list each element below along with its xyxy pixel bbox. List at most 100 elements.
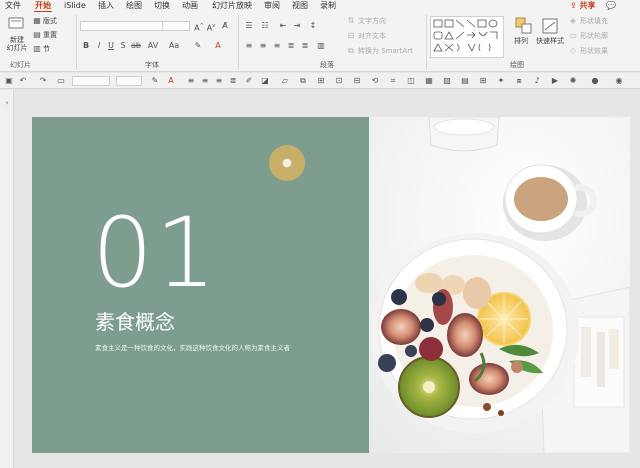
line-spacing-icon[interactable]: ↕ [308,21,318,31]
tab-record[interactable]: 录制 [320,0,336,12]
tab-view[interactable]: 视图 [292,0,308,12]
quick-styles-button[interactable] [540,16,560,36]
layout-button[interactable]: 版式 [43,17,57,26]
clear-format-icon[interactable]: A̸ [220,21,230,31]
font-size-combo[interactable] [162,21,190,31]
highlight-icon[interactable]: ✎ [192,41,204,51]
ribbon: 新建 幻灯片 ▦ 版式 ▤ 重置 ▥ 节 幻灯片 A^ Av A̸ B I U … [0,12,640,72]
slide-canvas[interactable]: 01 素食概念 素食主义是一种饮食的文化，实践这种饮食文化的人称为素食主义者 [32,117,630,453]
tab-islide[interactable]: iSlide [64,0,86,12]
bold-icon[interactable]: B [82,41,90,51]
expand-chevron-icon[interactable]: › [2,98,12,108]
cursor-pointer-icon [282,158,292,168]
align-objects-icon[interactable]: ⊞ [316,76,326,86]
save-icon[interactable]: ▣ [4,76,14,86]
new-slide-button[interactable] [6,16,26,32]
strikethrough-icon[interactable]: ab [131,41,141,51]
comment-icon: 💬 [606,1,616,10]
crop-icon[interactable]: ⌗ [388,76,398,86]
shadow-icon[interactable]: S [119,41,127,51]
shape-outline-button[interactable]: 形状轮廓 [580,32,608,41]
transition-icon[interactable]: ⧈ [514,76,524,86]
present-icon[interactable]: ▭ [56,76,66,86]
share-label: 共享 [579,1,596,10]
shape-effects-button[interactable]: 形状效果 [580,47,608,56]
share-button[interactable]: ⇪ 共享 [570,0,596,12]
shape-effects-icon: ◇ [569,46,577,55]
align-center-icon[interactable]: ≡ [258,41,268,51]
align-right-icon[interactable]: ≡ [272,41,282,51]
bring-forward-icon[interactable]: ⧉ [298,76,308,86]
format-painter-icon[interactable]: ✎ [150,76,160,86]
video-icon[interactable]: ▶ [550,76,560,86]
slide-title[interactable]: 素食概念 [95,310,175,334]
change-case-icon[interactable]: Aa [166,41,182,51]
comment-button[interactable]: 💬 [606,0,616,12]
section-icon: ▥ [33,44,41,53]
shape-gallery[interactable] [430,16,504,58]
tab-file[interactable]: 文件 [5,0,21,12]
align-center-small-icon[interactable]: ≡ [200,76,210,86]
size-combo-small[interactable] [116,76,142,86]
distributed-icon[interactable]: ≣ [300,41,310,51]
columns-icon[interactable]: ▥ [316,41,326,51]
chart-icon[interactable]: ▤ [460,76,470,86]
section-button[interactable]: 节 [43,45,50,54]
decrease-indent-icon[interactable]: ⇤ [278,21,288,31]
table-icon[interactable]: ▦ [424,76,434,86]
textbox-icon[interactable]: ⊞ [478,76,488,86]
bullets-icon[interactable]: ☰ [244,21,254,31]
increase-font-icon[interactable]: A^ [194,21,204,34]
paint-icon[interactable]: ✐ [244,76,254,86]
font-color-icon[interactable]: A [212,41,224,51]
group-objects-icon[interactable]: ⊡ [334,76,344,86]
font-combo-small[interactable] [72,76,110,86]
distribute-icon[interactable]: ⊟ [352,76,362,86]
undo-icon[interactable]: ↶ [18,76,28,86]
tab-review[interactable]: 审阅 [264,0,280,12]
fill-color-icon[interactable]: ◪ [260,76,270,86]
numbering-icon[interactable]: ☷ [260,21,270,31]
align-left-small-icon[interactable]: ≡ [186,76,196,86]
animation-icon[interactable]: ✦ [496,76,506,86]
slide-subtitle[interactable]: 素食主义是一种饮食的文化，实践这种饮食文化的人称为素食主义者 [95,344,290,353]
justify-icon[interactable]: ≣ [286,41,296,51]
sound-icon[interactable]: ♪ [532,76,542,86]
justify-small-icon[interactable]: ≣ [228,76,238,86]
tab-transitions[interactable]: 切换 [154,0,170,12]
text-color-icon[interactable]: A [166,76,176,86]
reset-icon: ▤ [33,30,41,39]
shape-icon[interactable]: ◫ [406,76,416,86]
tab-slideshow[interactable]: 幻灯片放映 [212,0,252,12]
tab-animations[interactable]: 动画 [182,0,198,12]
quick-access-toolbar: ▣ ↶ ↷ ▭ ✎ A ≡ ≡ ≡ ≣ ✐ ◪ ▱ ⧉ ⊞ ⊡ ⊟ ⟲ ⌗ ◫ … [0,73,640,89]
align-text-button[interactable]: 对齐文本 [358,32,386,41]
arrange-button[interactable] [514,16,534,36]
italic-icon[interactable]: I [95,41,103,51]
char-spacing-icon[interactable]: AV [145,41,161,51]
underline-icon[interactable]: U [107,41,115,51]
outline-color-icon[interactable]: ▱ [280,76,290,86]
group-label-slides: 幻灯片 [10,61,31,69]
convert-smartart-button[interactable]: 转换为 SmartArt [358,47,413,56]
decrease-font-icon[interactable]: Av [206,21,216,34]
slide-number-text[interactable]: 01 [92,205,218,301]
shape-fill-button[interactable]: 形状填充 [580,17,608,26]
dot-icon[interactable]: ● [590,76,600,86]
more-icon[interactable]: ◉ [614,76,624,86]
align-right-small-icon[interactable]: ≡ [214,76,224,86]
picture-icon[interactable]: ▨ [442,76,452,86]
redo-icon[interactable]: ↷ [38,76,48,86]
effects-icon[interactable]: ✺ [568,76,578,86]
arrange-icon [515,17,532,34]
tab-insert[interactable]: 插入 [98,0,114,12]
thumbnail-pane-collapsed[interactable]: › [0,90,14,468]
food-photo[interactable] [369,117,630,453]
increase-indent-icon[interactable]: ⇥ [292,21,302,31]
reset-button[interactable]: 重置 [43,31,57,40]
tab-draw[interactable]: 绘图 [126,0,142,12]
align-left-icon[interactable]: ≡ [244,41,254,51]
text-direction-button[interactable]: 文字方向 [358,17,386,26]
ribbon-separator [426,15,427,69]
rotate-icon[interactable]: ⟲ [370,76,380,86]
